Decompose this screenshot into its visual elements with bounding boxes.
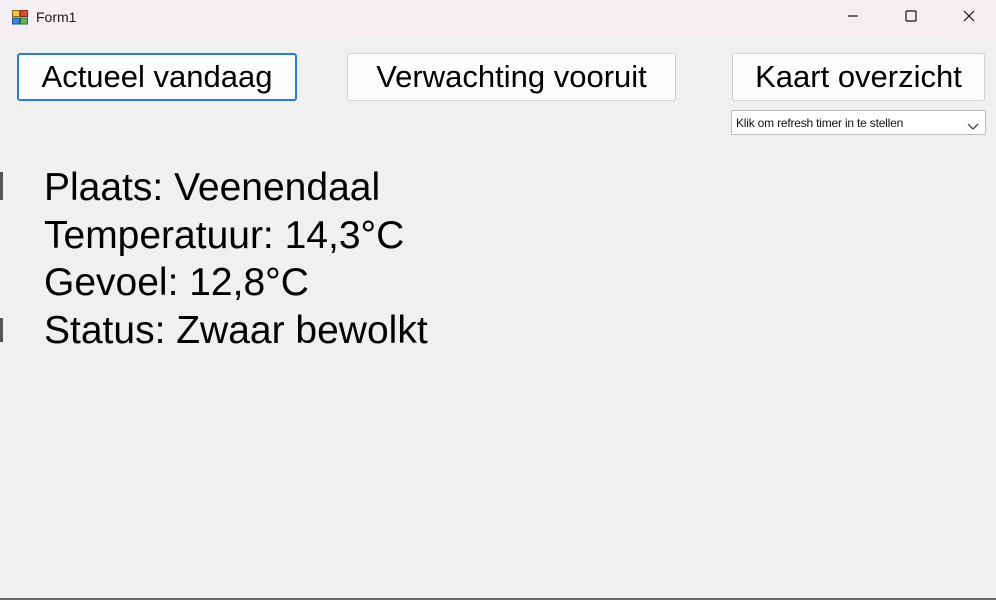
form-app-icon: [12, 10, 28, 25]
window-title: Form1: [36, 9, 77, 25]
minimize-icon: [847, 9, 859, 27]
verwachting-vooruit-button[interactable]: Verwachting vooruit: [347, 53, 676, 101]
refresh-timer-select[interactable]: Klik om refresh timer in te stellen: [731, 110, 986, 135]
edge-mark: [0, 172, 3, 200]
maximize-button[interactable]: [882, 0, 940, 36]
maximize-icon: [905, 9, 917, 27]
plaats-label: Plaats: Veenendaal: [44, 166, 381, 209]
chevron-down-icon: [967, 118, 979, 130]
kaart-overzicht-button[interactable]: Kaart overzicht: [732, 53, 985, 101]
form-client-area: Actueel vandaag Verwachting vooruit Kaar…: [0, 36, 996, 600]
actueel-vandaag-button[interactable]: Actueel vandaag: [17, 53, 297, 101]
close-button[interactable]: [940, 0, 996, 36]
refresh-timer-selected: Klik om refresh timer in te stellen: [736, 116, 904, 130]
close-icon: [963, 9, 975, 27]
temperatuur-label: Temperatuur: 14,3°C: [44, 214, 405, 257]
minimize-button[interactable]: [824, 0, 882, 36]
gevoel-label: Gevoel: 12,8°C: [44, 261, 309, 304]
title-bar[interactable]: Form1: [0, 0, 996, 36]
edge-mark: [0, 318, 3, 342]
status-label: Status: Zwaar bewolkt: [44, 309, 428, 352]
